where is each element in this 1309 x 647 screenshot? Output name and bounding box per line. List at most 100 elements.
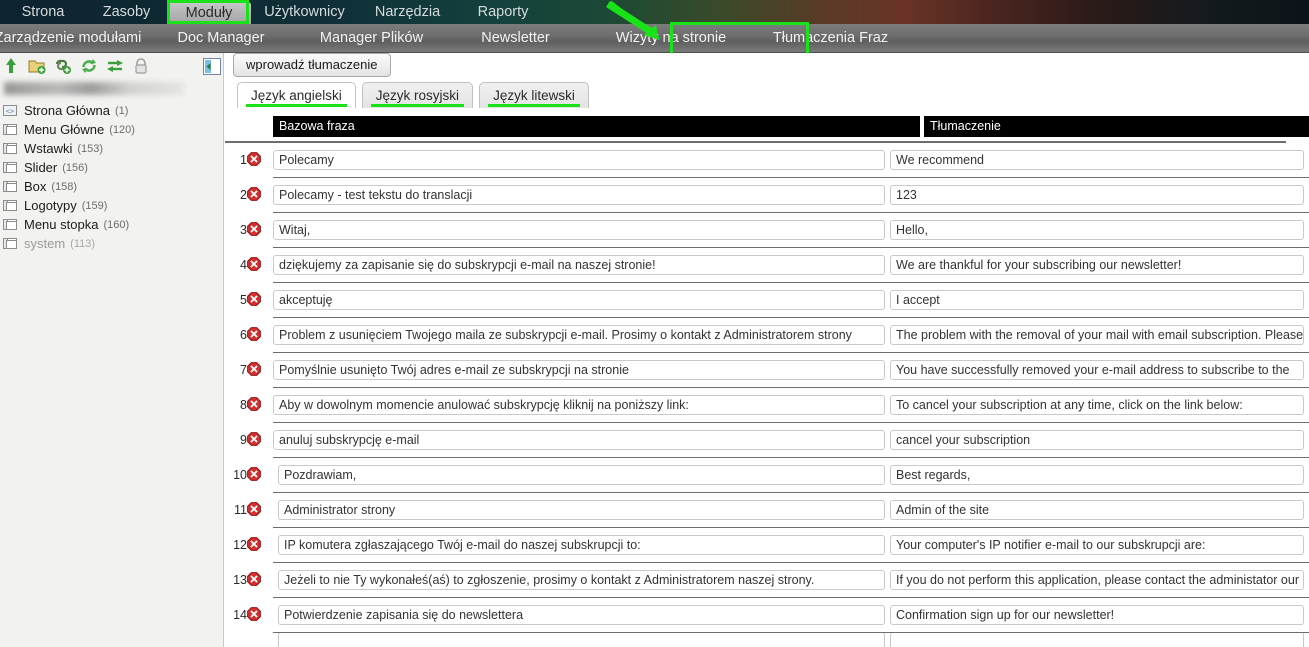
translation-input[interactable]: Your computer's IP notifier e-mail to ou…: [890, 535, 1304, 555]
base-phrase-input[interactable]: Jeżeli to nie Ty wykonałeś(aś) to zgłosz…: [278, 570, 885, 590]
base-phrase-input[interactable]: Potwierdzenie zapisania się do newslette…: [278, 605, 885, 625]
sidebar-item-logotypy[interactable]: Logotypy (159): [0, 196, 224, 215]
base-phrase-input[interactable]: Witaj,: [273, 220, 885, 240]
table-body: 1 Polecamy We recommend 2 Polecamy - test te…: [233, 143, 1309, 647]
base-phrase-input[interactable]: IP komutera zgłaszającego Twój e-mail do…: [278, 535, 885, 555]
topnav-item-u-ytkownicy[interactable]: Użytkownicy: [251, 0, 358, 24]
topnav-item-narz-dzia[interactable]: Narzędzia: [358, 0, 457, 24]
translation-input[interactable]: To cancel your subscription at any time,…: [890, 395, 1304, 415]
topnav-item-modu-y[interactable]: Moduły: [167, 2, 251, 24]
translation-input[interactable]: The problem with the removal of your mai…: [890, 325, 1304, 345]
sidebar-item-label: Logotypy: [24, 198, 77, 213]
translation-input[interactable]: 123: [890, 185, 1304, 205]
new-folder-icon[interactable]: [28, 57, 46, 75]
translation-input[interactable]: [890, 633, 1304, 647]
add-translation-button[interactable]: wprowadź tłumaczenie: [233, 53, 391, 77]
sidebar-item-wstawki[interactable]: Wstawki (153): [0, 139, 224, 158]
base-phrase-input[interactable]: Pozdrawiam,: [278, 465, 885, 485]
link-add-icon[interactable]: [54, 57, 72, 75]
base-phrase-input[interactable]: Aby w dowolnym momencie anulować subskry…: [273, 395, 885, 415]
tab-j-zyk-rosyjski[interactable]: Język rosyjski: [361, 82, 474, 108]
translation-input[interactable]: You have successfully removed your e-mai…: [890, 360, 1304, 380]
delete-row-button[interactable]: [247, 467, 261, 481]
base-phrase-input[interactable]: akceptuję: [273, 290, 885, 310]
sidebar-item-box[interactable]: Box (158): [0, 177, 224, 196]
delete-icon[interactable]: [247, 502, 261, 516]
delete-icon[interactable]: [247, 292, 261, 306]
code-page-icon: <>: [3, 105, 17, 116]
subnav-item-manager-plik-w[interactable]: Manager Plików: [294, 24, 449, 53]
delete-icon[interactable]: [247, 222, 261, 236]
base-phrase-input[interactable]: Pomyślnie usunięto Twój adres e-mail ze …: [273, 360, 885, 380]
delete-row-button[interactable]: [247, 572, 261, 586]
sidebar-item-count: (158): [51, 180, 78, 193]
tab-j-zyk-angielski[interactable]: Język angielski: [237, 82, 356, 108]
base-phrase-input[interactable]: Polecamy: [273, 150, 885, 170]
table-row: 7 Pomyślnie usunięto Twój adres e-mail ze…: [240, 353, 1309, 388]
delete-row-button[interactable]: [247, 327, 261, 341]
sidebar-item-menu-stopka[interactable]: Menu stopka (160): [0, 215, 224, 234]
delete-row-button[interactable]: [247, 292, 261, 306]
delete-icon[interactable]: [247, 362, 261, 376]
subnav-item-t-umaczenia-fraz[interactable]: Tłumaczenia Fraz: [760, 24, 901, 53]
translation-input[interactable]: Hello,: [890, 220, 1304, 240]
subnav-item-doc-manager[interactable]: Doc Manager: [148, 24, 294, 53]
delete-row-button[interactable]: [247, 222, 261, 236]
delete-icon[interactable]: [247, 432, 261, 446]
collapse-panel-icon[interactable]: [203, 58, 221, 75]
delete-icon[interactable]: [247, 327, 261, 341]
sidebar-item-slider[interactable]: Slider (156): [0, 158, 224, 177]
language-tabs: Język angielski Język rosyjski Język litew…: [237, 82, 589, 108]
base-phrase-input[interactable]: Problem z usunięciem Twojego maila ze su…: [273, 325, 885, 345]
refresh-icon[interactable]: [80, 57, 98, 75]
translation-input[interactable]: Confirmation sign up for our newsletter!: [890, 605, 1304, 625]
table-row: 2 Polecamy - test tekstu do translacji 123: [240, 178, 1309, 213]
delete-icon[interactable]: [247, 187, 261, 201]
delete-row-button[interactable]: [247, 432, 261, 446]
topnav-item-label: Strona: [21, 4, 65, 20]
translation-input[interactable]: cancel your subscription: [890, 430, 1304, 450]
lock-icon[interactable]: [132, 57, 150, 75]
delete-row-button[interactable]: [247, 607, 261, 621]
delete-row-button[interactable]: [247, 257, 261, 271]
base-phrase-input[interactable]: Administrator strony: [278, 500, 885, 520]
translation-input[interactable]: I accept: [890, 290, 1304, 310]
tab-j-zyk-litewski[interactable]: Język litewski: [479, 82, 589, 108]
upload-icon[interactable]: [2, 57, 20, 75]
translation-input[interactable]: We recommend: [890, 150, 1304, 170]
sidebar-item-strona-g-wna[interactable]: <> Strona Główna (1): [0, 101, 224, 120]
topnav-item-raporty[interactable]: Raporty: [457, 0, 549, 24]
delete-row-button[interactable]: [247, 537, 261, 551]
translation-input[interactable]: We are thankful for your subscribing our…: [890, 255, 1304, 275]
base-phrase-input[interactable]: [278, 633, 885, 647]
delete-icon[interactable]: [247, 572, 261, 586]
delete-icon[interactable]: [247, 397, 261, 411]
sidebar-item-count: (159): [81, 199, 108, 212]
delete-icon[interactable]: [247, 607, 261, 621]
topnav-item-zasoby[interactable]: Zasoby: [86, 0, 167, 24]
translation-input[interactable]: Best regards,: [890, 465, 1304, 485]
sidebar-item-menu-g-wne[interactable]: Menu Główne (120): [0, 120, 224, 139]
subnav-item-wizyty-na-stronie[interactable]: Wizyty na stronie: [582, 24, 760, 53]
translation-input[interactable]: Admin of the site: [890, 500, 1304, 520]
topnav-item-strona[interactable]: Strona: [0, 0, 86, 24]
delete-icon[interactable]: [247, 257, 261, 271]
delete-icon[interactable]: [247, 152, 261, 166]
delete-row-button[interactable]: [247, 187, 261, 201]
base-phrase-input[interactable]: Polecamy - test tekstu do translacji: [273, 185, 885, 205]
delete-row-button[interactable]: [247, 362, 261, 376]
delete-row-button[interactable]: [247, 152, 261, 166]
subnav-item-newsletter[interactable]: Newsletter: [449, 24, 582, 53]
tab-label: Język rosyjski: [375, 88, 460, 103]
base-phrase-input[interactable]: anuluj subskrypcję e-mail: [273, 430, 885, 450]
delete-icon[interactable]: [247, 467, 261, 481]
sidebar-item-system[interactable]: system (113): [0, 234, 224, 253]
base-phrase-input[interactable]: dziękujemy za zapisanie się do subskrypc…: [273, 255, 885, 275]
translation-input[interactable]: If you do not perform this application, …: [890, 570, 1304, 590]
delete-row-button[interactable]: [247, 397, 261, 411]
delete-row-button[interactable]: [247, 502, 261, 516]
subnav-item-zarz-dzenie-modu-ami[interactable]: Zarządzenie modułami: [0, 24, 148, 53]
delete-icon[interactable]: [247, 537, 261, 551]
swap-icon[interactable]: [106, 57, 124, 75]
subnav-item-label: Doc Manager: [177, 30, 265, 46]
